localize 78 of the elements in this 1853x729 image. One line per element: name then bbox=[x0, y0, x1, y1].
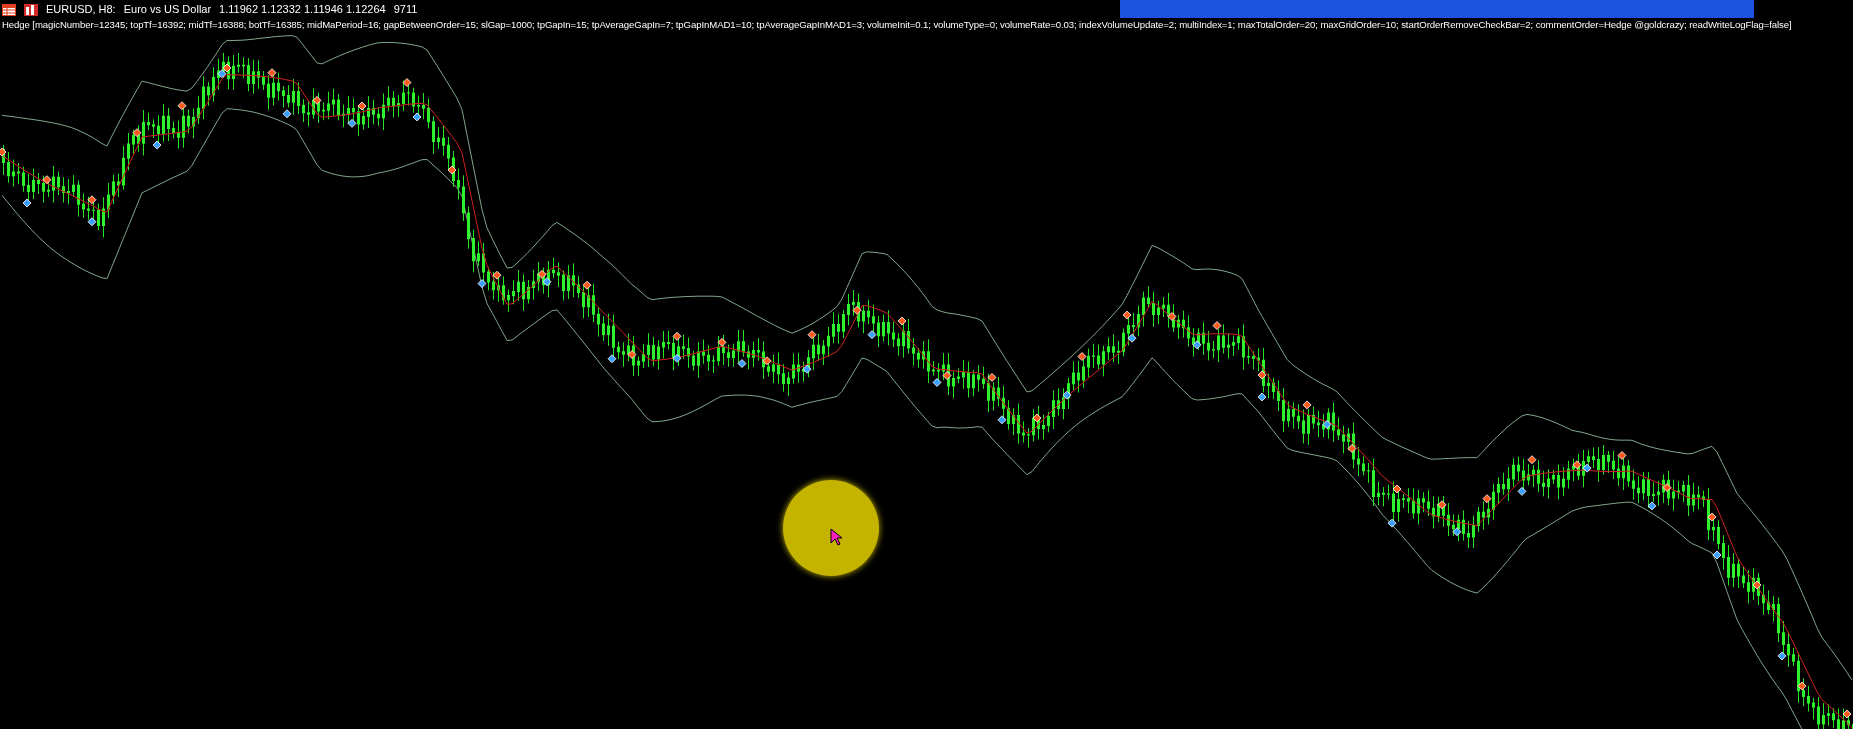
order-marker bbox=[87, 217, 97, 227]
order-marker bbox=[1062, 390, 1072, 400]
order-marker bbox=[312, 95, 322, 105]
order-marker bbox=[737, 359, 747, 368]
order-marker bbox=[402, 78, 412, 87]
order-marker bbox=[1662, 483, 1672, 492]
order-marker bbox=[1572, 460, 1582, 470]
order-marker bbox=[477, 279, 487, 288]
order-marker bbox=[132, 128, 142, 138]
order-marker bbox=[222, 63, 232, 73]
order-marker bbox=[1517, 486, 1527, 496]
order-marker bbox=[537, 269, 547, 279]
order-marker bbox=[542, 277, 552, 287]
order-marker bbox=[672, 331, 682, 341]
table-icon[interactable] bbox=[2, 3, 16, 16]
volume-value: 9711 bbox=[393, 2, 418, 17]
order-marker bbox=[1482, 494, 1492, 504]
order-marker bbox=[217, 69, 227, 79]
order-marker bbox=[1617, 451, 1627, 460]
order-marker bbox=[1527, 455, 1537, 465]
order-marker bbox=[42, 175, 52, 185]
symbol-description: Euro vs US Dollar bbox=[123, 2, 212, 17]
order-marker bbox=[87, 195, 97, 205]
order-marker bbox=[1192, 340, 1202, 350]
order-marker bbox=[582, 280, 592, 290]
order-marker bbox=[807, 330, 817, 340]
order-marker bbox=[1842, 709, 1852, 719]
order-marker bbox=[1322, 420, 1332, 429]
order-marker bbox=[1392, 484, 1402, 494]
chart-window-icon[interactable] bbox=[24, 3, 38, 16]
order-marker bbox=[932, 378, 942, 387]
order-marker bbox=[1752, 580, 1762, 590]
order-marker bbox=[357, 101, 367, 111]
cursor-icon bbox=[830, 528, 844, 546]
price-quotes: 1.11962 1.12332 1.11946 1.12264 bbox=[219, 2, 386, 17]
order-marker bbox=[607, 354, 617, 364]
order-marker bbox=[1582, 463, 1592, 473]
order-marker bbox=[1122, 310, 1132, 320]
order-marker bbox=[987, 373, 997, 382]
order-marker bbox=[867, 330, 877, 340]
order-marker bbox=[177, 101, 187, 111]
order-marker bbox=[762, 356, 772, 366]
order-marker bbox=[492, 270, 502, 280]
order-marker bbox=[1257, 392, 1267, 402]
order-marker bbox=[1032, 413, 1042, 423]
order-marker bbox=[627, 350, 637, 359]
symbol-label: EURUSD, H8: bbox=[46, 2, 116, 17]
order-marker bbox=[447, 165, 457, 175]
order-marker bbox=[1167, 312, 1177, 321]
order-marker bbox=[0, 147, 7, 157]
order-marker bbox=[802, 364, 812, 374]
order-marker bbox=[1707, 512, 1717, 522]
order-marker bbox=[152, 140, 162, 150]
order-marker bbox=[282, 109, 292, 119]
order-marker bbox=[942, 371, 952, 380]
order-marker bbox=[1347, 444, 1357, 453]
order-marker bbox=[717, 337, 727, 347]
order-marker bbox=[347, 118, 357, 128]
order-marker bbox=[1302, 400, 1312, 410]
order-marker bbox=[852, 305, 862, 315]
order-marker bbox=[897, 316, 907, 326]
order-marker bbox=[672, 353, 682, 363]
order-marker bbox=[1127, 333, 1137, 343]
order-marker bbox=[997, 415, 1007, 425]
order-marker bbox=[1712, 550, 1722, 560]
expert-parameters: Hedge [magicNumber=12345; topTf=16392; midTf=16388; botTf=16385; midMaPeriod=16; gapBetweenOrder=15; slGap=1000; tpGapIn=15; tpAverageGapIn=7; tpGapInMAD1=10; tpAverageGapInMAD1=3; volumeInit=0.1; volumeType=0; volumeRate=0.03; indexVolumeUpdate=2; multiIndex=1; maxTotalOrder=20; maxGridOrder=10; startOrderRemoveCheckBar=2; commentOrder=Hedge @goldcrazy; readWriteLogFlag=false] bbox=[2, 19, 1792, 30]
order-marker bbox=[1777, 651, 1787, 661]
order-marker bbox=[1387, 518, 1397, 528]
order-marker bbox=[1797, 681, 1807, 691]
order-marker bbox=[267, 68, 277, 78]
order-marker bbox=[1452, 527, 1462, 537]
order-marker bbox=[1257, 370, 1267, 380]
order-marker bbox=[1437, 500, 1447, 510]
order-marker bbox=[412, 112, 422, 122]
order-marker bbox=[1212, 321, 1222, 330]
order-marker bbox=[1077, 352, 1087, 361]
order-marker bbox=[22, 198, 32, 208]
order-marker bbox=[1647, 501, 1657, 511]
